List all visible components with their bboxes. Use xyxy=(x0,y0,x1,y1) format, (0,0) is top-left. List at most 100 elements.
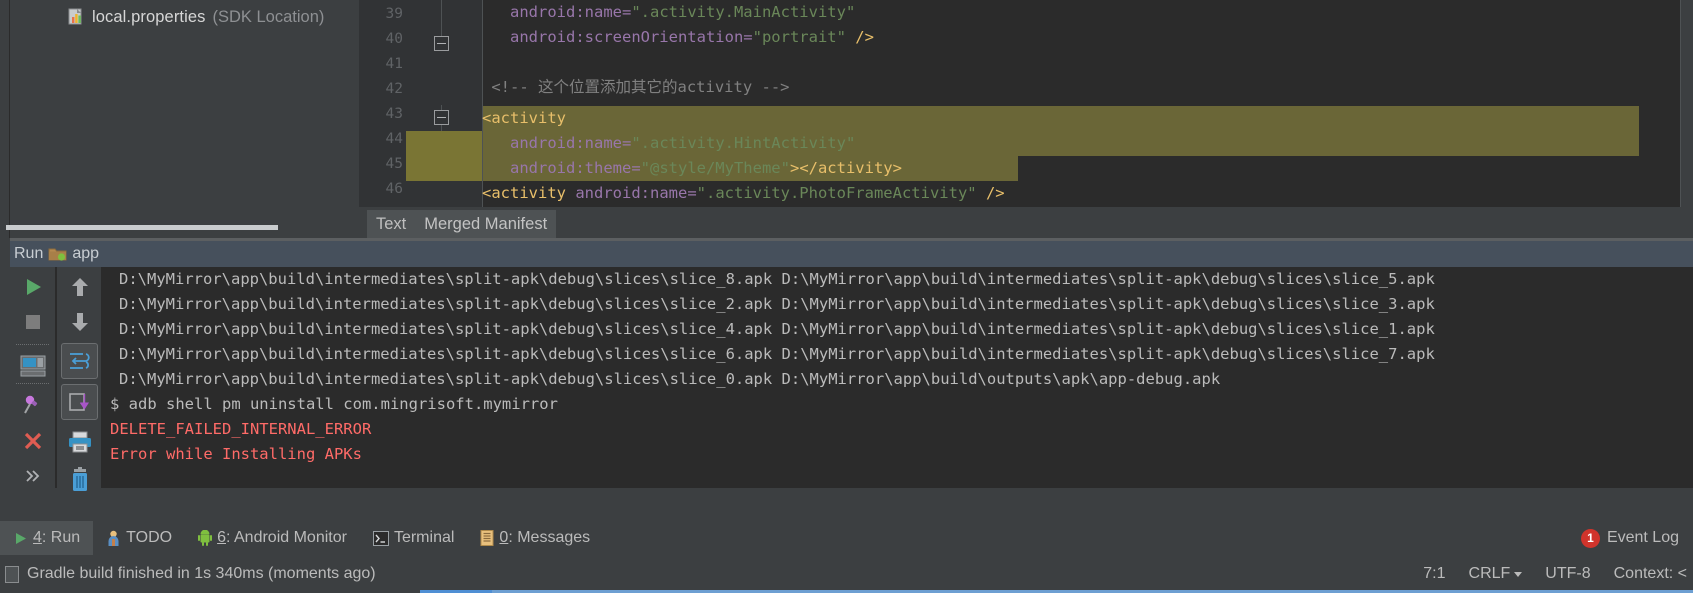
code-token-close: /> xyxy=(845,28,874,46)
tab-text[interactable]: Text xyxy=(367,210,416,238)
console-line: D:\MyMirror\app\build\intermediates\spli… xyxy=(119,320,1435,338)
editor-area: local.properties (SDK Location) 39 40 41… xyxy=(0,0,1693,238)
todo-icon xyxy=(106,530,121,546)
down-the-stack-trace-button[interactable] xyxy=(61,305,98,338)
run-toolbar-right xyxy=(56,267,101,491)
file-tab-subtitle: (SDK Location) xyxy=(212,7,325,26)
bottom-tab-terminal[interactable]: Terminal xyxy=(360,521,467,555)
code-token-endtag: </activity> xyxy=(799,159,902,177)
line-separator-label: CRLF xyxy=(1468,565,1511,582)
console-line: D:\MyMirror\app\build\intermediates\spli… xyxy=(119,370,1221,388)
chevron-down-icon xyxy=(1514,571,1523,577)
run-console-output[interactable]: D:\MyMirror\app\build\intermediates\spli… xyxy=(103,267,1693,488)
caret-position[interactable]: 7:1 xyxy=(1423,565,1445,583)
status-memory-icon xyxy=(5,565,19,583)
code-token-value: ".activity.MainActivity" xyxy=(631,3,856,21)
tool-window-tab-bar: 4: Run TODO 6: Android Monitor Terminal … xyxy=(0,521,1693,555)
rerun-button[interactable] xyxy=(14,270,51,303)
console-line: D:\MyMirror\app\build\intermediates\spli… xyxy=(119,345,1435,363)
properties-file-icon xyxy=(68,8,85,26)
print-button[interactable] xyxy=(61,425,98,458)
bottom-tab-android-monitor[interactable]: 6: Android Monitor xyxy=(185,521,360,555)
code-token-attr: android:name= xyxy=(510,3,632,21)
console-line: D:\MyMirror\app\build\intermediates\spli… xyxy=(119,295,1435,313)
show-console-button[interactable] xyxy=(14,349,51,382)
run-toolbar-left xyxy=(10,267,55,488)
bottom-tab-todo[interactable]: TODO xyxy=(93,521,185,555)
code-token-value: ".activity.PhotoFrameActivity" xyxy=(696,184,977,202)
status-bar: Gradle build finished in 1s 340ms (momen… xyxy=(0,555,1693,593)
line-number: 41 xyxy=(385,56,403,72)
code-token-attr: android:screenOrientation= xyxy=(510,28,753,46)
left-pane-selection-bar xyxy=(6,225,278,230)
pin-tab-button[interactable] xyxy=(14,387,51,420)
event-log-badge: 1 xyxy=(1580,528,1600,548)
status-bar-right: 7:1 CRLF UTF-8 Context: < xyxy=(1423,565,1693,583)
bottom-tab-messages-label: : Messages xyxy=(508,529,591,546)
event-log-button[interactable]: 1 Event Log xyxy=(1580,528,1693,548)
console-line-command: $ adb shell pm uninstall com.mingrisoft.… xyxy=(110,395,558,413)
code-token-close: /> xyxy=(976,184,1005,202)
bottom-tab-android-monitor-label: : Android Monitor xyxy=(226,529,347,546)
left-tool-stripe xyxy=(0,0,10,238)
file-tab-name: local.properties xyxy=(92,7,206,26)
bottom-tab-todo-label: TODO xyxy=(126,529,173,546)
fold-collapse-icon[interactable] xyxy=(434,36,449,51)
file-tab-panel: local.properties (SDK Location) xyxy=(10,0,388,212)
console-line: D:\MyMirror\app\build\intermediates\spli… xyxy=(119,270,1435,288)
file-tab-local-properties[interactable]: local.properties (SDK Location) xyxy=(68,3,324,31)
android-folder-icon xyxy=(48,246,67,262)
bottom-tab-messages[interactable]: 0: Messages xyxy=(467,521,603,555)
run-config-name: app xyxy=(72,245,100,262)
selection-highlight xyxy=(482,106,1639,131)
clear-all-button[interactable] xyxy=(61,463,98,496)
editor-marker-strip[interactable] xyxy=(1681,0,1693,207)
code-token-value: "@style/MyTheme" xyxy=(640,159,790,177)
run-tool-window-body: D:\MyMirror\app\build\intermediates\spli… xyxy=(10,267,1693,491)
tab-merged-manifest[interactable]: Merged Manifest xyxy=(415,210,557,238)
context-indicator[interactable]: Context: < xyxy=(1614,565,1687,583)
more-options-button[interactable] xyxy=(14,459,51,492)
fold-collapse-icon[interactable] xyxy=(434,110,449,125)
android-icon xyxy=(198,530,213,546)
bottom-tab-terminal-label: Terminal xyxy=(393,529,455,546)
bottom-tab-run-label: : Run xyxy=(41,529,81,546)
code-token-gt: > xyxy=(789,159,800,177)
line-number: 42 xyxy=(385,81,403,97)
close-button[interactable] xyxy=(14,424,51,457)
code-token-value: "portrait" xyxy=(752,28,846,46)
console-line-error: DELETE_FAILED_INTERNAL_ERROR xyxy=(110,420,372,438)
editor-view-tabs: Text Merged Manifest xyxy=(359,207,1693,238)
code-token-comment: <!-- 这个位置添加其它的activity --> xyxy=(491,78,790,96)
line-number: 43 xyxy=(385,106,403,122)
run-window-title: Run xyxy=(14,245,44,262)
console-line-error: Error while Installing APKs xyxy=(110,445,362,463)
selection-highlight-margin xyxy=(406,131,482,181)
encoding-selector[interactable]: UTF-8 xyxy=(1545,565,1590,583)
android-studio-window: local.properties (SDK Location) 39 40 41… xyxy=(0,0,1693,593)
code-token-attr: android:name= xyxy=(510,134,632,152)
stop-button[interactable] xyxy=(14,305,51,338)
code-token-attr: android:name= xyxy=(566,184,697,202)
line-number: 46 xyxy=(385,181,403,197)
line-number: 39 xyxy=(385,6,403,22)
bottom-tab-messages-mnemonic: 0 xyxy=(499,529,509,546)
code-token-value: ".activity.HintActivity" xyxy=(631,134,856,152)
line-number: 44 xyxy=(385,131,403,147)
bottom-tab-run[interactable]: 4: Run xyxy=(0,521,94,555)
scroll-to-end-button[interactable] xyxy=(61,384,98,420)
code-editor[interactable]: 39 40 41 42 43 44 45 46 android:name=".a… xyxy=(359,0,1693,207)
code-text[interactable]: android:name=".activity.MainActivity" an… xyxy=(406,0,1693,207)
line-number: 45 xyxy=(385,156,403,172)
soft-wrap-button[interactable] xyxy=(61,343,98,379)
status-message: Gradle build finished in 1s 340ms (momen… xyxy=(27,565,376,582)
event-log-label: Event Log xyxy=(1606,529,1679,546)
code-token-tag: <activity xyxy=(482,109,566,127)
line-number: 40 xyxy=(385,31,403,47)
up-the-stack-trace-button[interactable] xyxy=(61,270,98,303)
play-green-icon xyxy=(13,531,28,546)
code-token-attr: android:theme= xyxy=(510,159,641,177)
run-tool-window-header: Run app xyxy=(10,241,1693,267)
line-separator-selector[interactable]: CRLF xyxy=(1469,565,1523,583)
messages-icon xyxy=(480,530,494,546)
